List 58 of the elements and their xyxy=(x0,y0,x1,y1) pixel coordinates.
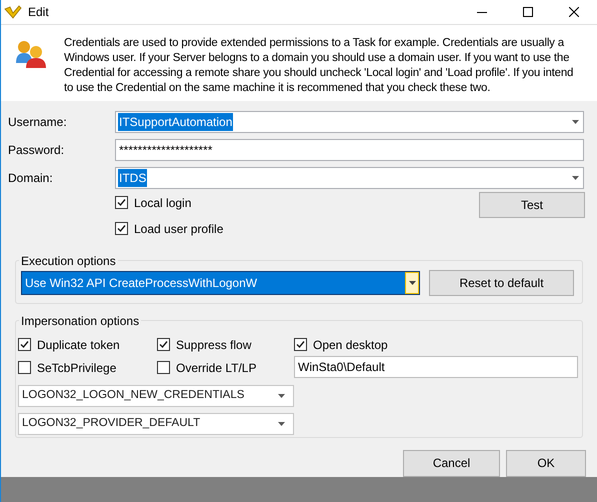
checkbox-square[interactable] xyxy=(157,338,170,352)
combo-field[interactable]: ITSupportAutomation xyxy=(115,110,584,133)
checkbox-label: Override LT/LP xyxy=(176,360,256,377)
field-label: Username: xyxy=(7,114,68,131)
field-value: ******************** xyxy=(118,142,214,159)
field-value: ITDS xyxy=(118,168,148,187)
dialog-button[interactable]: Cancel xyxy=(403,450,500,477)
caret-icon xyxy=(572,120,579,124)
checkbox-square[interactable] xyxy=(18,338,31,352)
app-logo-icon xyxy=(4,5,22,20)
close-icon xyxy=(569,7,579,18)
checkbox-label: Local login xyxy=(134,194,192,212)
dropdown-value: LOGON32_LOGON_NEW_CREDENTIALS xyxy=(22,388,244,404)
dropdown-value: LOGON32_PROVIDER_DEFAULT xyxy=(22,416,200,432)
caret-icon xyxy=(408,280,416,285)
checkbox-label: Duplicate token xyxy=(37,336,120,354)
caret-icon xyxy=(572,176,579,180)
checkmark-icon xyxy=(117,224,126,234)
checkbox[interactable]: SeTcbPrivilege xyxy=(18,360,157,376)
caret-icon xyxy=(278,422,285,426)
field-label: Password: xyxy=(7,142,66,159)
maximize-icon xyxy=(523,7,533,18)
checkbox-label: Load user profile xyxy=(134,220,224,238)
checkbox[interactable]: Suppress flow xyxy=(157,336,288,353)
reset-button[interactable]: Reset to default xyxy=(429,270,574,296)
checkbox-square[interactable] xyxy=(115,222,128,236)
info-text: Credentials are used to provide extended permissions to a Task for example. Credentials are usually a Windows user. If your Server belogns to a domain you should use a domain user. If you want to use the Credential for accessing a remote share you should uncheck 'Local login' and 'Load profile'. If you intend to use the Credential on the same machine it is recommened that you check these two. xyxy=(64,36,574,96)
minimize-icon xyxy=(477,12,487,13)
dropdown-value: Use Win32 API CreateProcessWithLogonW xyxy=(24,274,258,292)
checkbox-square[interactable] xyxy=(115,196,128,210)
password-field[interactable]: ******************** xyxy=(115,138,584,161)
execution-dropdown[interactable]: Use Win32 API CreateProcessWithLogonW xyxy=(21,270,420,295)
checkbox[interactable]: Duplicate token xyxy=(18,336,157,353)
window-title: Edit xyxy=(28,4,49,22)
field-label: Domain: xyxy=(7,170,54,187)
dialog-button[interactable]: OK xyxy=(506,450,586,477)
logon-dropdown[interactable]: LOGON32_PROVIDER_DEFAULT xyxy=(18,412,294,435)
checkmark-icon xyxy=(296,340,305,350)
checkbox-label: SeTcbPrivilege xyxy=(37,360,116,377)
users-icon xyxy=(15,39,49,70)
combo-field[interactable]: ITDS xyxy=(115,166,584,189)
checkmark-icon xyxy=(117,198,126,208)
checkbox[interactable]: Load user profile xyxy=(115,220,224,237)
logon-dropdown[interactable]: LOGON32_LOGON_NEW_CREDENTIALS xyxy=(18,384,294,407)
caret-icon xyxy=(278,394,285,398)
checkbox[interactable]: Override LT/LP xyxy=(157,360,288,376)
desktop-field[interactable]: WinSta0\Default xyxy=(294,356,578,378)
checkbox-square[interactable] xyxy=(294,338,307,352)
checkbox-square[interactable] xyxy=(18,361,31,374)
checkmark-icon xyxy=(159,340,168,350)
checkmark-icon xyxy=(20,340,29,350)
checkbox-label: Suppress flow xyxy=(176,336,252,354)
checkbox-square[interactable] xyxy=(157,361,170,374)
field-value: ITSupportAutomation xyxy=(118,112,234,131)
test-button[interactable]: Test xyxy=(479,192,585,218)
checkbox[interactable]: Local login xyxy=(115,194,224,211)
checkbox[interactable]: Open desktop xyxy=(294,336,578,353)
checkbox-label: Open desktop xyxy=(313,336,388,354)
